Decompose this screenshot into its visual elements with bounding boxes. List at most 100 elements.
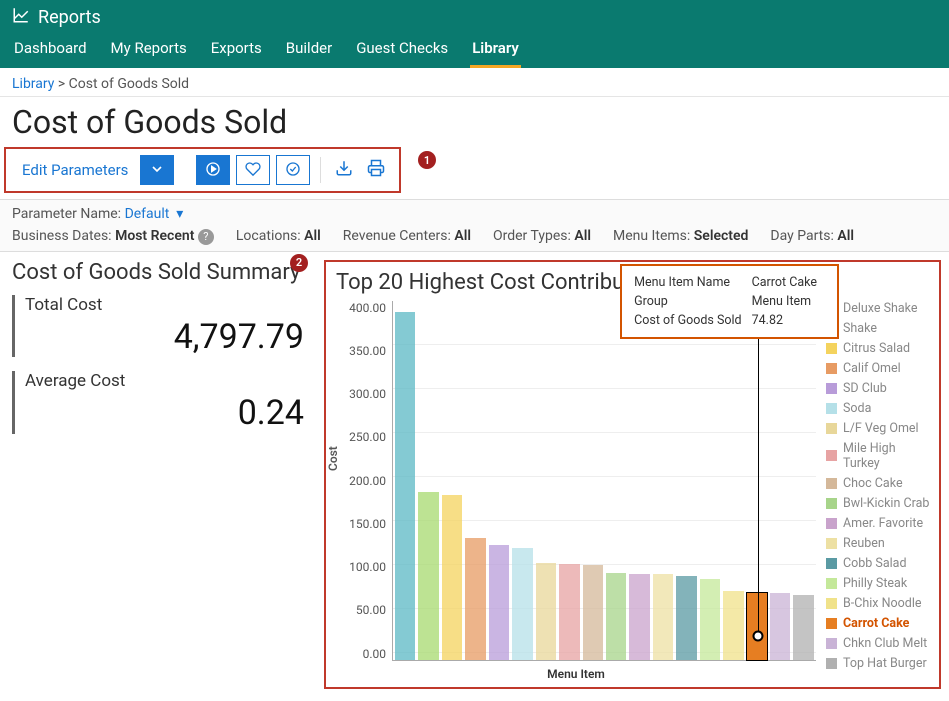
- filter-business-dates-: Business Dates: Most Recent ?: [12, 228, 214, 244]
- bar-philly-steak[interactable]: [700, 579, 720, 660]
- legend-swatch: [826, 638, 837, 649]
- param-name-label: Parameter Name:: [12, 206, 121, 222]
- legend-swatch: [826, 518, 837, 529]
- filter-day-parts-: Day Parts: All: [770, 228, 854, 244]
- legend-label: Carrot Cake: [843, 616, 909, 631]
- legend-item[interactable]: Shake: [826, 321, 933, 336]
- bar-soda[interactable]: [512, 548, 532, 660]
- legend-item[interactable]: Mile High Turkey: [826, 441, 933, 471]
- print-icon: [367, 165, 385, 181]
- heart-icon: [245, 161, 261, 180]
- legend-item[interactable]: Bwl-Kickin Crab: [826, 496, 933, 511]
- y-axis-label: Cost: [326, 446, 340, 471]
- bar-b-chix-noodle[interactable]: [723, 591, 743, 660]
- filter-locations-: Locations: All: [236, 228, 321, 244]
- legend-item[interactable]: Reuben: [826, 536, 933, 551]
- legend-label: Reuben: [843, 536, 885, 551]
- bar-citrus-salad[interactable]: [442, 495, 462, 660]
- legend-label: Amer. Favorite: [843, 516, 923, 531]
- legend-swatch: [826, 403, 837, 414]
- download-button[interactable]: [331, 155, 357, 185]
- legend-item[interactable]: Soda: [826, 401, 933, 416]
- legend-swatch: [826, 658, 837, 669]
- favorite-button[interactable]: [236, 155, 270, 185]
- run-button[interactable]: [196, 155, 230, 185]
- legend-item[interactable]: Citrus Salad: [826, 341, 933, 356]
- chart-tooltip: Menu Item NameCarrot Cake GroupMenu Item…: [620, 264, 839, 339]
- edit-parameters-button[interactable]: Edit Parameters: [16, 157, 134, 183]
- legend-item[interactable]: Chkn Club Melt: [826, 636, 933, 651]
- avg-cost-label: Average Cost: [25, 371, 304, 391]
- callout-1: 1: [418, 151, 436, 169]
- tab-exports[interactable]: Exports: [209, 33, 264, 68]
- approve-button[interactable]: [276, 155, 310, 185]
- chart-legend: Deluxe Shake Shake Citrus Salad Calif Omel S…: [816, 301, 933, 681]
- legend-label: Bwl-Kickin Crab: [843, 496, 929, 511]
- bar-sd-club[interactable]: [489, 545, 509, 660]
- crosshair-dot: [752, 631, 763, 642]
- param-name-value[interactable]: Default ▾: [125, 206, 184, 222]
- legend-label: B-Chix Noodle: [843, 596, 922, 611]
- tab-guest-checks[interactable]: Guest Checks: [354, 33, 450, 68]
- legend-item[interactable]: Amer. Favorite: [826, 516, 933, 531]
- callout-2: 2: [290, 254, 308, 272]
- legend-swatch: [826, 598, 837, 609]
- legend-label: L/F Veg Omel: [843, 421, 919, 436]
- legend-swatch: [826, 383, 837, 394]
- print-button[interactable]: [363, 155, 389, 185]
- breadcrumb-root[interactable]: Library: [12, 76, 54, 92]
- bar-mile-high-turkey[interactable]: [559, 564, 579, 660]
- help-icon[interactable]: ?: [198, 229, 214, 245]
- legend-label: Cobb Salad: [843, 556, 907, 571]
- summary-heading: Cost of Goods Sold Summary: [12, 260, 312, 285]
- legend-item[interactable]: Philly Steak: [826, 576, 933, 591]
- bar-cobb-salad[interactable]: [676, 576, 696, 659]
- bar-shake[interactable]: [418, 492, 438, 659]
- legend-item[interactable]: Top Hat Burger: [826, 656, 933, 671]
- legend-item[interactable]: SD Club: [826, 381, 933, 396]
- bar-deluxe-shake[interactable]: [395, 312, 415, 659]
- summary-panel: 2 Cost of Goods Sold Summary Total Cost …: [12, 260, 312, 689]
- legend-label: Calif Omel: [843, 361, 901, 376]
- legend-label: Choc Cake: [843, 476, 903, 491]
- avg-cost-value: 0.24: [25, 393, 304, 434]
- parameter-bar: Parameter Name: Default ▾ Business Dates…: [0, 200, 949, 252]
- legend-label: Deluxe Shake: [843, 301, 918, 316]
- chart-panel: Top 20 Highest Cost Contributors Menu It…: [324, 260, 941, 689]
- legend-label: Soda: [843, 401, 871, 416]
- bar-reuben[interactable]: [653, 574, 673, 660]
- bar-calif-omel[interactable]: [465, 538, 485, 660]
- bar-top-hat-burger[interactable]: [793, 595, 813, 659]
- filter-revenue-centers-: Revenue Centers: All: [343, 228, 471, 244]
- tab-builder[interactable]: Builder: [284, 33, 334, 68]
- tab-my-reports[interactable]: My Reports: [109, 33, 189, 68]
- chart-line-icon: [12, 6, 30, 29]
- total-cost-label: Total Cost: [25, 295, 304, 315]
- legend-item[interactable]: Cobb Salad: [826, 556, 933, 571]
- legend-swatch: [826, 538, 837, 549]
- bar-chart[interactable]: [392, 301, 816, 661]
- tab-dashboard[interactable]: Dashboard: [12, 33, 89, 68]
- collapse-button[interactable]: [140, 155, 174, 185]
- legend-swatch: [826, 343, 837, 354]
- bar-l-f-veg-omel[interactable]: [536, 563, 556, 660]
- breadcrumb: Library > Cost of Goods Sold: [0, 68, 949, 97]
- bar-chkn-club-melt[interactable]: [770, 593, 790, 659]
- bar-bwl-kickin-crab[interactable]: [606, 573, 626, 660]
- legend-item[interactable]: Carrot Cake: [826, 616, 933, 631]
- legend-item[interactable]: Deluxe Shake: [826, 301, 933, 316]
- bar-choc-cake[interactable]: [583, 565, 603, 660]
- check-circle-icon: [285, 161, 301, 180]
- tab-library[interactable]: Library: [470, 33, 521, 68]
- legend-item[interactable]: Choc Cake: [826, 476, 933, 491]
- legend-swatch: [826, 618, 837, 629]
- legend-item[interactable]: Calif Omel: [826, 361, 933, 376]
- bar-amer-favorite[interactable]: [629, 574, 649, 660]
- filter-menu-items-: Menu Items: Selected: [613, 228, 748, 244]
- legend-label: SD Club: [843, 381, 887, 396]
- legend-item[interactable]: B-Chix Noodle: [826, 596, 933, 611]
- legend-swatch: [826, 558, 837, 569]
- legend-label: Top Hat Burger: [843, 656, 927, 671]
- legend-item[interactable]: L/F Veg Omel: [826, 421, 933, 436]
- bar-carrot-cake[interactable]: [747, 593, 767, 660]
